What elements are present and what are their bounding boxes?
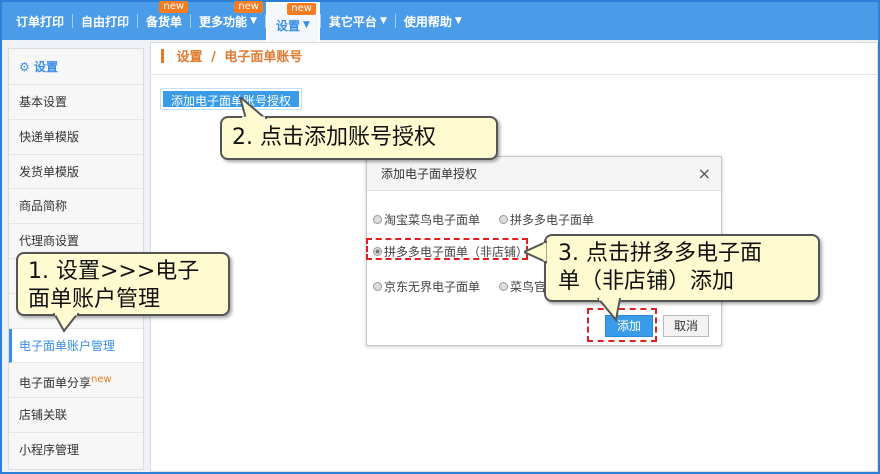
- sidebar-item-label: 快递单模版: [19, 129, 80, 144]
- add-waybill-auth-button[interactable]: 添加电子面单账号授权: [161, 89, 302, 109]
- breadcrumb-current: 电子面单账号: [224, 50, 303, 65]
- sidebar-item-waybill-accounts[interactable]: 电子面单账户管理: [9, 328, 143, 364]
- sidebar-header-label: 设置: [33, 60, 58, 74]
- sidebar-item-label: 小程序管理: [19, 442, 80, 457]
- callout-step-3: 3. 点击拼多多电子面 单（非店铺）添加: [544, 234, 820, 302]
- gear-icon: ⚙: [19, 60, 30, 74]
- radio-icon[interactable]: [499, 282, 508, 291]
- sidebar-header: ⚙ 设置: [9, 49, 143, 85]
- breadcrumb-separator: /: [211, 50, 216, 65]
- sidebar-item-label: 商品简称: [19, 199, 68, 214]
- nav-label: 设置: [275, 18, 300, 33]
- nav-order-print[interactable]: 订单打印: [8, 2, 72, 40]
- nav-stock-list[interactable]: 备货单 new: [138, 1, 190, 40]
- callout-line: 2. 点击添加账号授权: [232, 125, 436, 150]
- sidebar-item-label: 基本设置: [19, 95, 68, 109]
- top-nav: 订单打印 自由打印 备货单 new 更多功能 ▼ new 设置 ▼ new 其它平台 ▼ 使…: [2, 1, 878, 48]
- callout-line: 1. 设置>>>电子: [28, 259, 200, 284]
- sidebar-item-waybill-share[interactable]: 电子面单分享new: [9, 363, 143, 399]
- nav-other-platforms[interactable]: 其它平台 ▼: [321, 2, 395, 40]
- sidebar-item-product-alias[interactable]: 商品简称: [9, 189, 143, 225]
- sidebar-item-basic-settings[interactable]: 基本设置: [9, 85, 143, 120]
- dialog-header: 添加电子面单授权 ×: [367, 157, 721, 191]
- option-label: 菜鸟官: [510, 280, 547, 294]
- option-label: 京东无界电子面单: [384, 280, 481, 294]
- app-frame: 订单打印 自由打印 备货单 new 更多功能 ▼ new 设置 ▼ new 其它平台 ▼ 使…: [0, 0, 880, 474]
- new-badge: new: [91, 374, 112, 386]
- option-taobao-cainiao[interactable]: 淘宝菜鸟电子面单: [373, 211, 480, 228]
- cancel-button[interactable]: 取消: [663, 315, 709, 337]
- callout-line: 面单账户管理: [28, 287, 161, 312]
- nav-label: 订单打印: [16, 14, 65, 29]
- nav-more-features[interactable]: 更多功能 ▼ new: [191, 1, 265, 40]
- sidebar-item-label: 电子面单分享: [19, 376, 92, 391]
- new-badge: new: [234, 1, 263, 13]
- sidebar-item-express-template[interactable]: 快递单模版: [9, 120, 143, 155]
- sidebar-item-delivery-template[interactable]: 发货单模版: [9, 155, 143, 190]
- breadcrumb-marker: [161, 49, 164, 63]
- callout-tail: [238, 97, 268, 119]
- nav-label: 其它平台: [328, 14, 377, 29]
- new-badge: new: [287, 3, 316, 15]
- callout-tail: [596, 298, 622, 322]
- callout-tail: [52, 313, 80, 333]
- callout-line: 单（非店铺）添加: [558, 269, 735, 294]
- sidebar-item-label: 电子面单账户管理: [19, 338, 116, 353]
- option-pdd[interactable]: 拼多多电子面单: [499, 211, 594, 228]
- callout-tail: [524, 240, 547, 264]
- nav-help[interactable]: 使用帮助 ▼: [396, 2, 470, 40]
- close-icon[interactable]: ×: [698, 157, 711, 191]
- option-jd[interactable]: 京东无界电子面单: [373, 278, 480, 295]
- breadcrumb-root[interactable]: 设置: [177, 50, 203, 65]
- sidebar-item-shop-link[interactable]: 店铺关联: [9, 398, 143, 433]
- chevron-down-icon: ▼: [303, 20, 310, 30]
- dialog-title: 添加电子面单授权: [381, 167, 478, 181]
- nav-free-print[interactable]: 自由打印: [73, 2, 137, 40]
- callout-step-2: 2. 点击添加账号授权: [220, 116, 498, 160]
- highlight-option-box: [366, 238, 528, 260]
- nav-label: 自由打印: [81, 14, 130, 29]
- callout-line: 3. 点击拼多多电子面: [558, 241, 762, 266]
- sidebar-item-label: 店铺关联: [19, 408, 68, 423]
- nav-label: 备货单: [146, 14, 183, 29]
- nav-label: 更多功能: [199, 14, 248, 29]
- option-label: 淘宝菜鸟电子面单: [384, 213, 481, 227]
- sidebar-item-miniprogram[interactable]: 小程序管理: [9, 433, 143, 468]
- chevron-down-icon: ▼: [379, 16, 387, 26]
- breadcrumb: 设置 / 电子面单账号: [151, 43, 877, 75]
- radio-icon[interactable]: [499, 215, 508, 224]
- new-badge: new: [159, 1, 189, 13]
- nav-label: 使用帮助: [403, 14, 452, 29]
- option-cainiao-official[interactable]: 菜鸟官: [499, 278, 546, 295]
- radio-icon[interactable]: [373, 215, 382, 224]
- sidebar-item-label: 代理商设置: [19, 234, 80, 249]
- option-label: 拼多多电子面单: [510, 213, 595, 227]
- chevron-down-icon: ▼: [454, 16, 462, 26]
- chevron-down-icon: ▼: [250, 16, 257, 26]
- callout-step-1: 1. 设置>>>电子 面单账户管理: [16, 252, 230, 316]
- sidebar-item-label: 发货单模版: [19, 164, 80, 179]
- radio-icon[interactable]: [373, 282, 382, 291]
